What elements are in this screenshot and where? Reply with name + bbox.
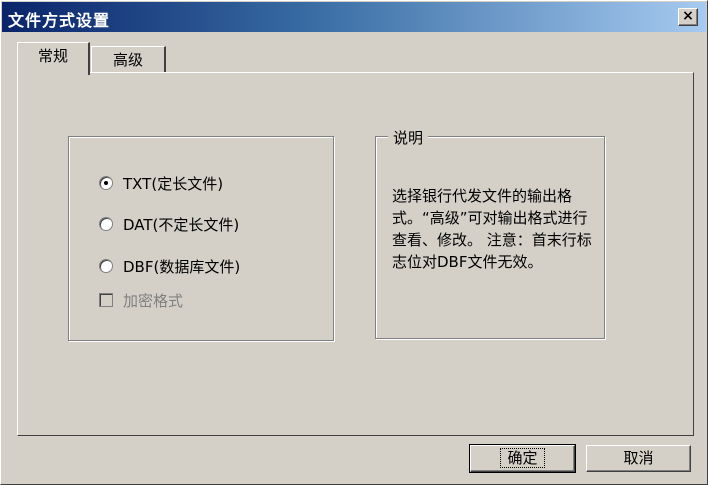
tab-advanced[interactable]: 高级 (91, 46, 166, 74)
description-text: 选择银行代发文件的输出格式。“高级”可对输出格式进行查看、修改。 注意：首末行标… (392, 187, 592, 271)
description-title: 说明 (388, 127, 429, 148)
encrypt-label: 加密格式 (123, 291, 184, 310)
radio-button-icon[interactable] (99, 259, 113, 273)
radio-dbf[interactable]: DBF(数据库文件) (99, 256, 240, 276)
ok-button-label[interactable]: 确定 (500, 448, 545, 468)
checkbox-icon (99, 293, 113, 307)
close-button[interactable]: × (678, 8, 698, 26)
title-bar: 文件方式设置 × (2, 2, 706, 32)
radio-dat[interactable]: DAT(不定长文件) (99, 214, 239, 234)
radio-button-icon[interactable] (99, 217, 113, 231)
tab-general[interactable]: 常规 (17, 42, 90, 75)
radio-txt-label[interactable]: TXT(定长文件) (123, 173, 223, 194)
description-group: 说明 选择银行代发文件的输出格式。“高级”可对输出格式进行查看、修改。 注意：首… (375, 127, 605, 339)
format-group: TXT(定长文件) DAT(不定长文件) DBF(数据库文件) 加密格式 (68, 136, 334, 341)
ok-button[interactable]: 确定 (469, 444, 576, 473)
tab-panel-general: TXT(定长文件) DAT(不定长文件) DBF(数据库文件) 加密格式 说明 … (17, 72, 694, 436)
window-title: 文件方式设置 (8, 11, 111, 30)
radio-dbf-label[interactable]: DBF(数据库文件) (123, 256, 240, 277)
radio-dat-label[interactable]: DAT(不定长文件) (123, 214, 239, 235)
radio-button-icon[interactable] (99, 176, 113, 190)
radio-txt[interactable]: TXT(定长文件) (99, 173, 223, 193)
encrypt-checkbox: 加密格式 (99, 290, 183, 310)
cancel-button[interactable]: 取消 (586, 445, 691, 472)
file-format-settings-dialog: 文件方式设置 × 常规 高级 TXT(定长文件) DAT(不定长文件) DBF(… (0, 0, 708, 485)
